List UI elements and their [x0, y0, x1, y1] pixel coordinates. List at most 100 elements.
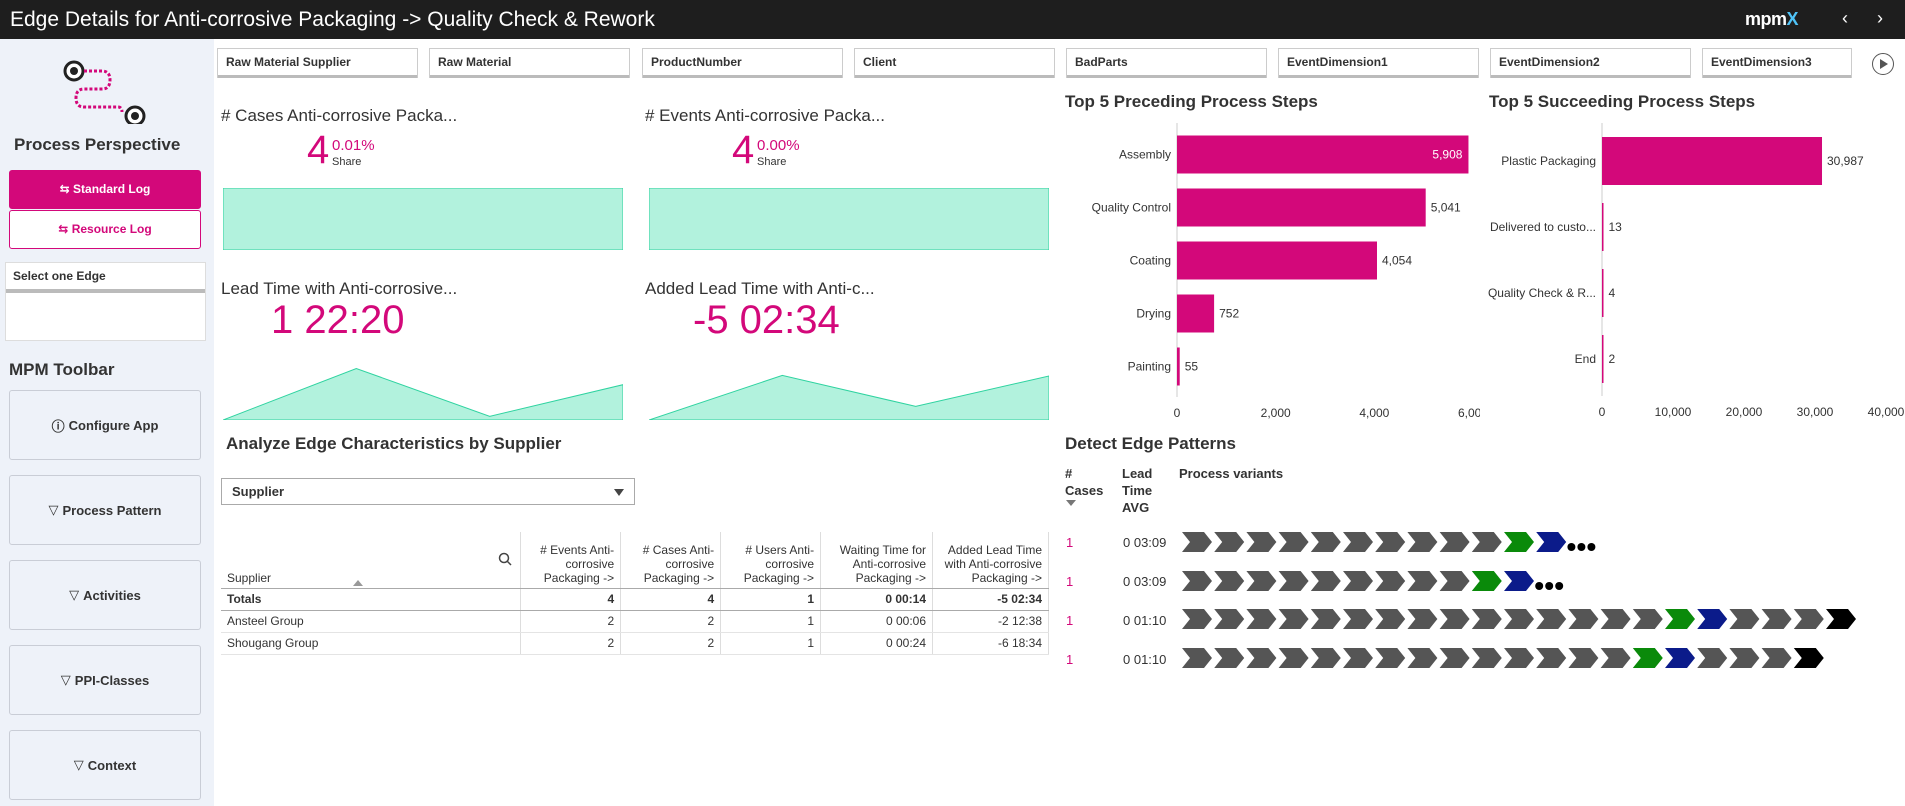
ellipsis-dot-icon	[1567, 543, 1576, 551]
supplier-table: Supplier # Events Anti-corrosive Packagi…	[221, 532, 1049, 655]
chevron-icon	[1665, 609, 1695, 629]
tick-label: 10,000	[1655, 405, 1692, 419]
col-added-lead-time[interactable]: Added Lead Time with Anti-corrosive Pack…	[932, 532, 1049, 589]
sort-desc-icon[interactable]	[1066, 500, 1076, 506]
preceding-steps-chart: Assembly 5,908 Quality Control 5,041 Coating…	[1092, 123, 1480, 420]
tick-label: 0	[1599, 405, 1606, 419]
chevron-icon	[1536, 532, 1567, 552]
chevron-icon	[1278, 648, 1309, 668]
col-events[interactable]: # Events Anti-corrosive Packaging ->	[520, 532, 622, 589]
chevron-icon	[1407, 571, 1438, 591]
edge-select-bar	[6, 289, 205, 293]
table-row[interactable]: Ansteel Group 2 2 1 0 00:06 -2 12:38	[221, 610, 1049, 633]
kpi-cases-sparkline	[223, 188, 623, 250]
kpi-events-sparkline	[649, 188, 1049, 250]
ellipsis-dot-icon	[1555, 582, 1564, 590]
chevron-right-icon[interactable]: ›	[1869, 8, 1891, 30]
succeeding-chart-title: Top 5 Succeeding Process Steps	[1489, 92, 1756, 111]
kpi-events-title: # Events Anti-corrosive Packa...	[645, 106, 885, 125]
chevron-icon	[1246, 648, 1277, 668]
chevron-icon	[1214, 532, 1245, 552]
process-variant-row[interactable]	[1182, 569, 1662, 593]
ellipsis-dot-icon	[1587, 543, 1596, 551]
chevron-icon	[1343, 532, 1373, 552]
title-bar: Edge Details for Anti-corrosive Packagin…	[0, 0, 1905, 39]
col-cases[interactable]: # Cases Anti-corrosive Packaging ->	[620, 532, 722, 589]
col-supplier[interactable]: Supplier	[221, 532, 522, 589]
data-label: 4,054	[1382, 254, 1412, 268]
sparkline-area	[223, 188, 623, 250]
chevron-icon	[1504, 571, 1534, 591]
filter-product-number[interactable]: ProductNumber	[642, 48, 843, 78]
category-label: Quality Check & R...	[1488, 286, 1596, 300]
ppi-classes-button[interactable]: ▽ PPI-Classes	[9, 645, 201, 715]
filter-event-dimension-3[interactable]: EventDimension3	[1702, 48, 1852, 78]
search-icon[interactable]	[498, 552, 512, 566]
filter-client[interactable]: Client	[854, 48, 1055, 78]
category-label: End	[1575, 352, 1596, 366]
standard-log-button[interactable]: ⇆ Standard Log	[9, 170, 201, 209]
pattern-cases: 1	[1066, 535, 1074, 550]
bar	[1177, 188, 1426, 227]
configure-app-button[interactable]: ⓘ Configure App	[9, 390, 201, 460]
process-variant-row[interactable]	[1182, 646, 1905, 670]
resource-log-button[interactable]: ⇆ Resource Log	[9, 210, 201, 249]
play-icon[interactable]	[1872, 53, 1894, 75]
caret-down-icon	[614, 489, 624, 496]
process-variant-row[interactable]	[1182, 607, 1905, 631]
sort-icon[interactable]	[353, 579, 363, 586]
col-waiting-time[interactable]: Waiting Time for Anti-corrosive Packagin…	[820, 532, 934, 589]
filter-event-dimension-2[interactable]: EventDimension2	[1490, 48, 1691, 78]
pattern-cases: 1	[1066, 613, 1074, 628]
cell: 4	[620, 588, 722, 611]
filter-raw-material[interactable]: Raw Material	[429, 48, 630, 78]
kpi-added-lead-time-sparkline	[649, 374, 1049, 420]
pattern-cases: 1	[1066, 574, 1074, 589]
chevron-icon	[1278, 571, 1309, 591]
chevron-icon	[1471, 571, 1502, 591]
chevron-icon	[1536, 609, 1567, 629]
chevron-icon	[1793, 609, 1824, 629]
pattern-lead: 0 03:09	[1123, 574, 1167, 589]
chevron-icon	[1182, 571, 1212, 591]
pattern-lead: 0 03:09	[1123, 535, 1167, 550]
info-icon: ⓘ	[51, 418, 65, 434]
chevron-icon	[1182, 648, 1212, 668]
supplier-dropdown[interactable]: Supplier	[221, 478, 635, 505]
chevron-left-icon[interactable]: ‹	[1834, 8, 1856, 30]
edge-select-box[interactable]: Select one Edge	[5, 262, 206, 341]
activities-button[interactable]: ▽ Activities	[9, 560, 201, 630]
cell: 2	[520, 610, 622, 633]
kpi-cases-share-pct: 0.01%	[332, 137, 375, 154]
kpi-lead-time-title: Lead Time with Anti-corrosive...	[221, 279, 458, 298]
tick-label: 20,000	[1726, 405, 1763, 419]
chevron-icon	[1697, 609, 1728, 629]
filter-raw-material-supplier[interactable]: Raw Material Supplier	[217, 48, 418, 78]
chevron-icon	[1214, 571, 1245, 591]
bar	[1602, 203, 1604, 251]
data-label: 4	[1609, 286, 1616, 300]
category-label: Drying	[1136, 307, 1171, 321]
col-pattern-lead-time[interactable]: Lead Time AVG	[1122, 465, 1162, 516]
pattern-lead: 0 01:10	[1123, 613, 1167, 628]
data-label: 55	[1185, 360, 1199, 374]
chevron-icon	[1761, 609, 1792, 629]
context-button[interactable]: ▽ Context	[9, 730, 201, 800]
mpm-toolbar-title: MPM Toolbar	[9, 360, 115, 379]
bar	[1177, 241, 1377, 280]
table-row[interactable]: Shougang Group 2 2 1 0 00:24 -6 18:34	[221, 632, 1049, 655]
cell: 4	[520, 588, 622, 611]
process-variant-row[interactable]	[1182, 530, 1662, 554]
process-pattern-button[interactable]: ▽ Process Pattern	[9, 475, 201, 545]
data-label: 5,041	[1431, 201, 1461, 215]
filter-event-dimension-1[interactable]: EventDimension1	[1278, 48, 1479, 78]
chevron-icon	[1600, 609, 1631, 629]
filter-bad-parts[interactable]: BadParts	[1066, 48, 1267, 78]
kpi-cases-share-label: Share	[332, 156, 362, 168]
chevron-icon	[1343, 571, 1373, 591]
cell: 1	[720, 632, 822, 655]
bar	[1177, 347, 1180, 386]
kpi-events-value: 4	[732, 128, 755, 172]
col-pattern-cases[interactable]: # Cases	[1065, 465, 1105, 499]
col-users[interactable]: # Users Anti-corrosive Packaging ->	[720, 532, 822, 589]
